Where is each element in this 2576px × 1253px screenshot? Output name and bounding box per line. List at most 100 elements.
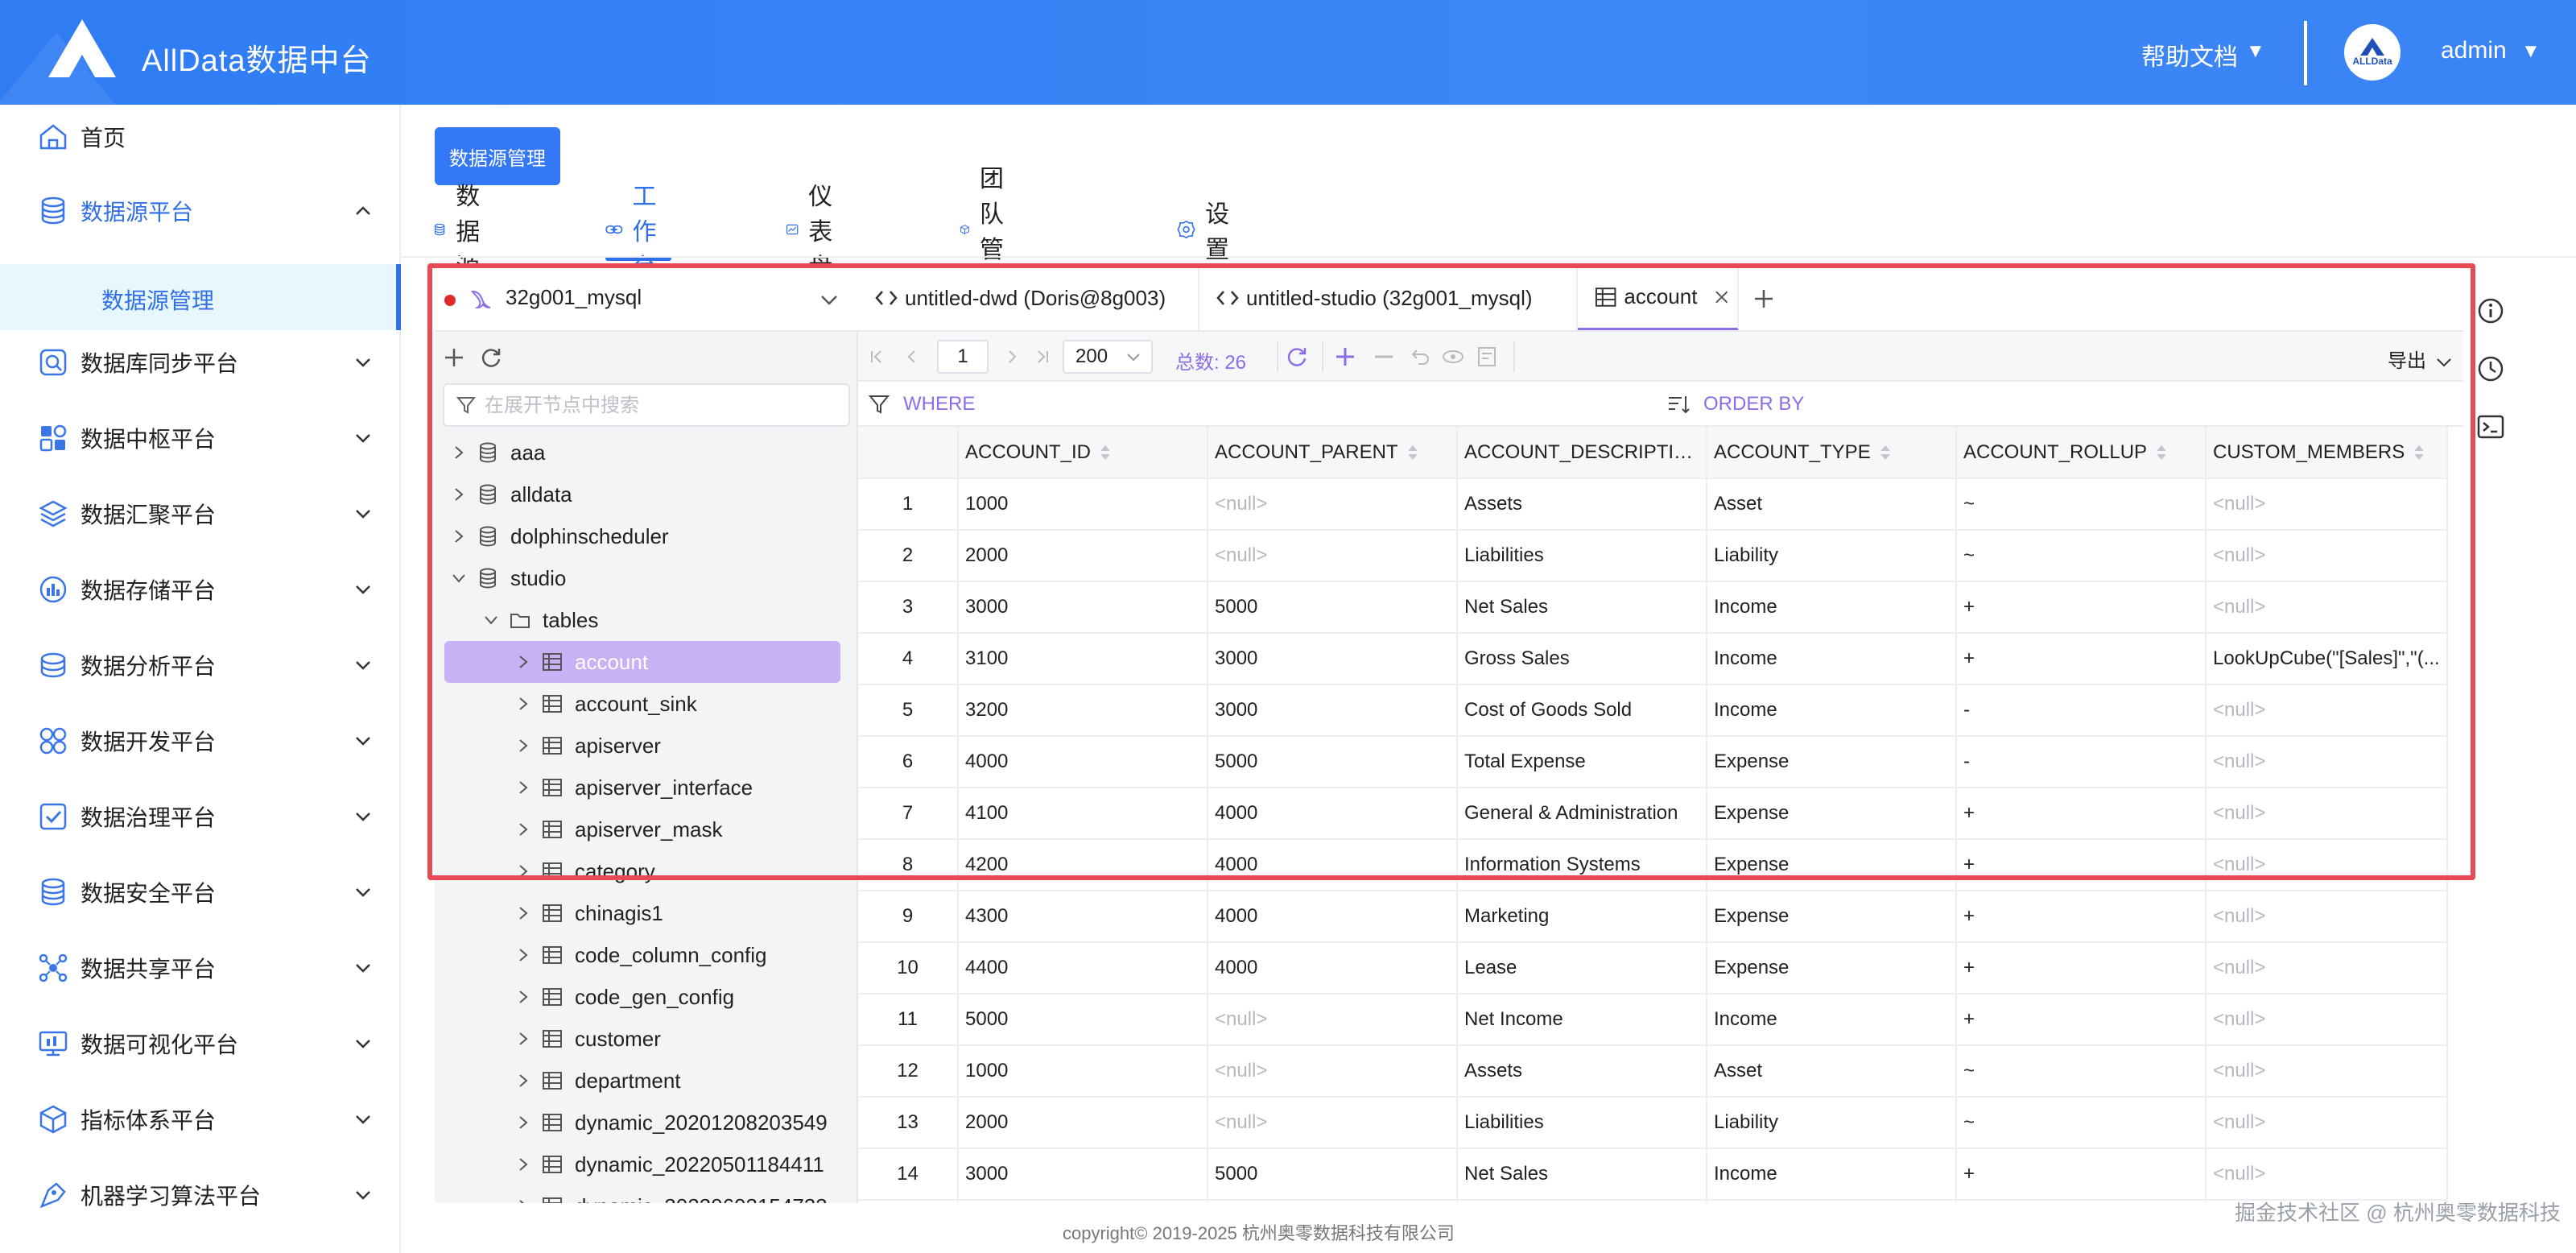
table-cell[interactable]: Cost of Goods Sold — [1457, 684, 1707, 737]
column-header[interactable]: ACCOUNT_PARENT — [1208, 427, 1458, 479]
refresh-icon[interactable] — [480, 346, 502, 369]
table-cell[interactable]: <null> — [2206, 1045, 2448, 1098]
sort-caret-icon[interactable] — [2413, 444, 2425, 461]
sidebar-item[interactable]: 数据共享平台 — [0, 929, 401, 1007]
prev-page-icon[interactable] — [900, 345, 924, 369]
chevron-right-icon[interactable] — [451, 486, 467, 502]
tree-search-box[interactable] — [443, 383, 850, 427]
refresh-icon[interactable] — [1285, 345, 1309, 369]
table-cell[interactable]: <null> — [2206, 891, 2448, 943]
next-page-icon[interactable] — [1000, 345, 1024, 369]
chevron-right-icon[interactable] — [515, 947, 531, 963]
avatar[interactable]: ALLData — [2344, 24, 2401, 81]
table-cell[interactable]: Gross Sales — [1457, 1200, 1707, 1203]
chevron-down-icon[interactable] — [483, 612, 499, 628]
table-cell[interactable]: <null> — [2206, 1097, 2448, 1149]
table-cell[interactable]: 1000 — [958, 1045, 1208, 1098]
sidebar-item[interactable]: 数据分析平台 — [0, 626, 401, 704]
help-caret-icon[interactable]: ▼ — [2246, 40, 2265, 63]
table-cell[interactable]: 3000 — [1208, 1200, 1458, 1203]
tab-dashboard[interactable]: 仪表盘 — [786, 184, 845, 281]
table-row[interactable]: 7 4100 4000 General & Administration Expense… — [858, 788, 2448, 840]
sort-caret-icon[interactable] — [1406, 444, 1419, 461]
sidebar-item[interactable]: 数据治理平台 — [0, 778, 401, 855]
table-cell[interactable]: ~ — [1956, 530, 2207, 582]
editor-tab-studio[interactable]: untitled-studio (32g001_mysql) — [1199, 266, 1578, 330]
sidebar-item[interactable]: 数据可视化平台 — [0, 1005, 401, 1082]
undo-icon[interactable] — [1407, 345, 1431, 369]
table-cell[interactable]: LookUpCube("[Sales]","(... — [2206, 633, 2448, 685]
table-cell[interactable]: Expense — [1707, 942, 1957, 995]
table-cell[interactable]: Asset — [1707, 1045, 1957, 1098]
table-cell[interactable]: + — [1956, 1148, 2207, 1201]
table-cell[interactable]: <null> — [1208, 478, 1458, 531]
table-cell[interactable]: Marketing — [1457, 891, 1707, 943]
table-cell[interactable]: 5000 — [1208, 736, 1458, 788]
table-cell[interactable]: <null> — [2206, 530, 2448, 582]
tab-datasource[interactable]: 数据源 — [433, 184, 493, 281]
chevron-right-icon[interactable] — [515, 654, 531, 670]
datasource-management-button[interactable]: 数据源管理 — [435, 127, 560, 185]
tree-database-node[interactable]: aaa — [435, 432, 858, 473]
table-cell[interactable]: Lease — [1457, 942, 1707, 995]
table-cell[interactable]: Net Sales — [1457, 1148, 1707, 1201]
export-button[interactable]: 导出 — [2388, 345, 2453, 373]
datasource-select[interactable]: 32g001_mysql — [435, 266, 858, 332]
chevron-right-icon[interactable] — [515, 863, 531, 879]
table-cell[interactable]: 3000 — [958, 1148, 1208, 1201]
new-tab-icon[interactable] — [1752, 287, 1776, 311]
chevron-down-icon[interactable] — [451, 570, 467, 586]
table-cell[interactable]: + — [1956, 581, 2207, 634]
chevron-right-icon[interactable] — [515, 1073, 531, 1089]
table-row[interactable]: 11 5000 <null> Net Income Income + <null> — [858, 994, 2448, 1046]
table-cell[interactable]: 4000 — [1208, 839, 1458, 891]
table-cell[interactable]: Liabilities — [1457, 530, 1707, 582]
table-row[interactable]: 12 1000 <null> Assets Asset ~ <null> — [858, 1045, 2448, 1098]
table-cell[interactable]: 3000 — [1208, 684, 1458, 737]
table-cell[interactable]: <null> — [1208, 1097, 1458, 1149]
chevron-right-icon[interactable] — [451, 445, 467, 461]
sidebar-item[interactable]: 数据中枢平台 — [0, 399, 401, 477]
table-cell[interactable]: + — [1956, 633, 2207, 685]
table-cell[interactable]: 1000 — [958, 478, 1208, 531]
table-cell[interactable]: Liability — [1707, 530, 1957, 582]
table-cell[interactable]: <null> — [1208, 1045, 1458, 1098]
table-row[interactable]: 10 4400 4000 Lease Expense + <null> — [858, 942, 2448, 995]
tree-table-node[interactable]: customer — [435, 1018, 858, 1060]
tree-table-node[interactable]: department — [435, 1060, 858, 1102]
table-row[interactable]: 9 4300 4000 Marketing Expense + <null> — [858, 891, 2448, 943]
delete-row-icon[interactable] — [1372, 345, 1396, 369]
tree-search-input[interactable] — [485, 393, 839, 419]
table-cell[interactable]: Assets — [1457, 1045, 1707, 1098]
table-cell[interactable]: <null> — [2206, 994, 2448, 1046]
table-cell[interactable]: Liabilities — [1457, 1097, 1707, 1149]
tree-database-node[interactable]: dolphinscheduler — [435, 515, 858, 557]
table-cell[interactable]: + — [1956, 942, 2207, 995]
table-row[interactable]: 13 2000 <null> Liabilities Liability ~ <null> — [858, 1097, 2448, 1149]
sidebar-item[interactable]: 数据开发平台 — [0, 702, 401, 780]
tree-table-node[interactable]: category — [435, 850, 858, 892]
table-cell[interactable]: 3100 — [958, 1200, 1208, 1203]
terminal-icon[interactable] — [2476, 412, 2505, 441]
table-row[interactable]: 14 3000 5000 Net Sales Income + <null> — [858, 1148, 2448, 1201]
table-cell[interactable]: Income — [1707, 994, 1957, 1046]
tree-table-node[interactable]: dynamic_20201208203549 — [435, 1102, 858, 1143]
tree-table-node[interactable]: code_gen_config — [435, 976, 858, 1018]
chevron-right-icon[interactable] — [515, 696, 531, 712]
column-header[interactable]: CUSTOM_MEMBERS — [2206, 427, 2448, 479]
table-cell[interactable]: + — [1956, 891, 2207, 943]
chevron-right-icon[interactable] — [451, 528, 467, 544]
table-cell[interactable]: 2000 — [958, 1097, 1208, 1149]
chevron-right-icon[interactable] — [515, 1114, 531, 1131]
tree-table-node[interactable]: dynamic_20220603154723 — [435, 1185, 858, 1203]
table-cell[interactable]: ~ — [1956, 1097, 2207, 1149]
tree-table-node[interactable]: account — [444, 641, 840, 683]
table-cell[interactable]: + — [1956, 788, 2207, 840]
sidebar-item[interactable]: 数据存储平台 — [0, 551, 401, 628]
sidebar-item[interactable]: 数据源平台 — [0, 172, 401, 250]
tree-table-node[interactable]: chinagis1 — [435, 892, 858, 934]
table-row[interactable]: 5 3200 3000 Cost of Goods Sold Income - <null> — [858, 684, 2448, 737]
table-cell[interactable]: Net Income — [1457, 994, 1707, 1046]
table-cell[interactable]: Income — [1707, 684, 1957, 737]
tree-table-node[interactable]: dynamic_20220501184411 — [435, 1143, 858, 1185]
